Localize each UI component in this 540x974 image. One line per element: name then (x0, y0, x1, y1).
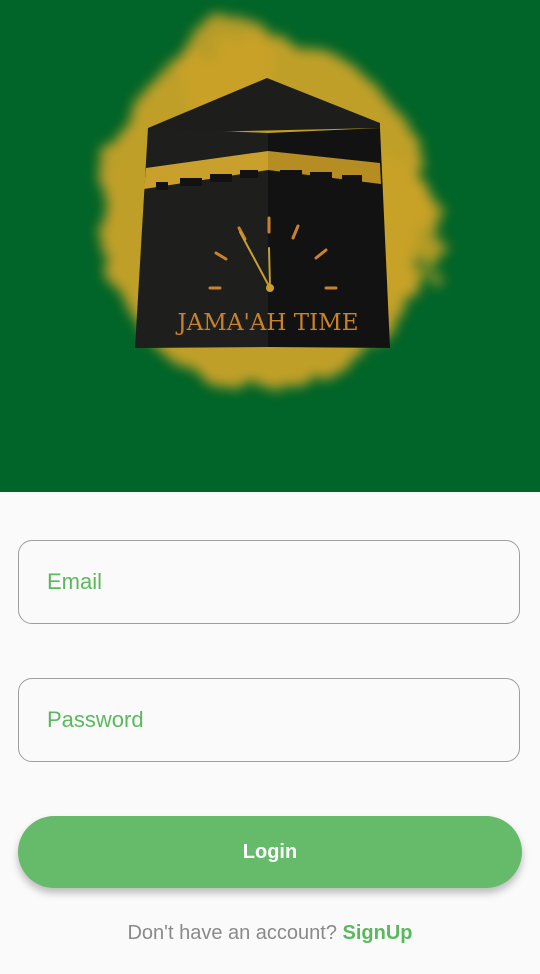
email-input[interactable] (47, 541, 487, 623)
login-form: Login Don't have an account? SignUp (0, 492, 540, 974)
logo-text: JAMA'AH TIME (175, 310, 358, 336)
signup-row: Don't have an account? SignUp (0, 922, 540, 945)
signup-prompt: Don't have an account? (127, 922, 343, 944)
email-field[interactable] (18, 540, 520, 624)
login-button[interactable]: Login (18, 816, 522, 888)
password-input[interactable] (47, 679, 487, 761)
kaaba-icon (135, 78, 390, 348)
hero-banner: JAMA'AH TIME (0, 0, 540, 492)
password-field[interactable] (18, 678, 520, 762)
app-logo: JAMA'AH TIME (100, 10, 440, 390)
signup-link[interactable]: SignUp (343, 922, 413, 944)
